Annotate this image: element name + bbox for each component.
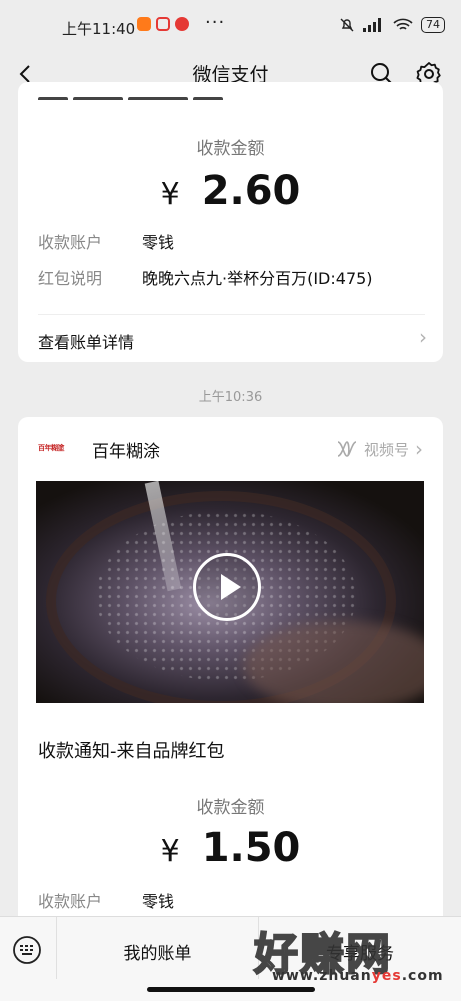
amount-number: 2.60 bbox=[201, 168, 301, 214]
amount-value: ¥2.60 bbox=[18, 168, 443, 214]
status-indicators: 74 bbox=[339, 17, 445, 33]
divider bbox=[38, 314, 425, 315]
watermark-url-suffix: .com bbox=[401, 968, 444, 984]
wifi-icon bbox=[393, 18, 413, 30]
currency-symbol: ¥ bbox=[160, 177, 180, 212]
brand-name[interactable]: 百年糊涂 bbox=[92, 437, 160, 462]
amount-number: 1.50 bbox=[201, 825, 301, 871]
mascot-app-icon bbox=[175, 17, 189, 31]
channels-link[interactable]: 视频号 › bbox=[336, 437, 423, 461]
account-value: 零钱 bbox=[142, 892, 175, 911]
taobao-app-icon bbox=[137, 17, 151, 31]
chevron-right-icon: › bbox=[415, 437, 423, 461]
red-packet-note-value: 晚晚六点九·举杯分百万(ID:475) bbox=[142, 269, 373, 288]
brand-red-packet-card: 百年糊塗 百年糊涂 视频号 › 收款通知-来自品牌红包 收款金额 ¥1.50 收… bbox=[18, 417, 443, 937]
app-icon bbox=[156, 17, 170, 31]
chevron-right-icon: › bbox=[419, 325, 427, 349]
watermark-url-prefix: www.zhuan bbox=[272, 968, 372, 984]
amount-value: ¥1.50 bbox=[18, 825, 443, 871]
video-thumbnail[interactable] bbox=[36, 481, 424, 703]
account-label: 收款账户 bbox=[38, 892, 103, 911]
watermark-url: www.zhuanyes.com bbox=[272, 968, 444, 984]
play-icon[interactable] bbox=[193, 553, 261, 621]
amount-label: 收款金额 bbox=[196, 139, 265, 159]
status-time: 上午11:40 bbox=[62, 20, 136, 38]
amount-label: 收款金额 bbox=[196, 798, 265, 818]
channels-label: 视频号 bbox=[363, 440, 409, 459]
notice-title: 收款通知-来自品牌红包 bbox=[38, 741, 225, 762]
cut-off-header bbox=[38, 88, 248, 100]
message-timestamp: 上午10:36 bbox=[198, 390, 263, 405]
mute-icon bbox=[340, 18, 354, 32]
my-bills-menu[interactable]: 我的账单 bbox=[57, 939, 258, 964]
brand-logo: 百年糊塗 bbox=[38, 444, 65, 452]
currency-symbol: ¥ bbox=[160, 834, 180, 869]
view-bill-details-link[interactable]: 查看账单详情 bbox=[38, 329, 134, 353]
keyboard-icon[interactable] bbox=[12, 935, 42, 965]
status-bar: 上午11:40 ··· 74 bbox=[0, 0, 461, 52]
account-label: 收款账户 bbox=[38, 233, 103, 252]
payment-notice-card: 收款金额 ¥2.60 收款账户 零钱 红包说明 晚晚六点九·举杯分百万(ID:4… bbox=[18, 82, 443, 362]
signal-icon bbox=[363, 18, 381, 32]
status-app-icons bbox=[137, 17, 189, 31]
home-indicator bbox=[147, 987, 315, 992]
more-notifications-icon: ··· bbox=[205, 12, 226, 33]
account-value: 零钱 bbox=[142, 233, 175, 252]
watermark-url-accent: yes bbox=[371, 968, 402, 984]
battery-indicator: 74 bbox=[421, 17, 445, 33]
red-packet-note-label: 红包说明 bbox=[38, 269, 103, 288]
channels-icon bbox=[337, 441, 357, 457]
